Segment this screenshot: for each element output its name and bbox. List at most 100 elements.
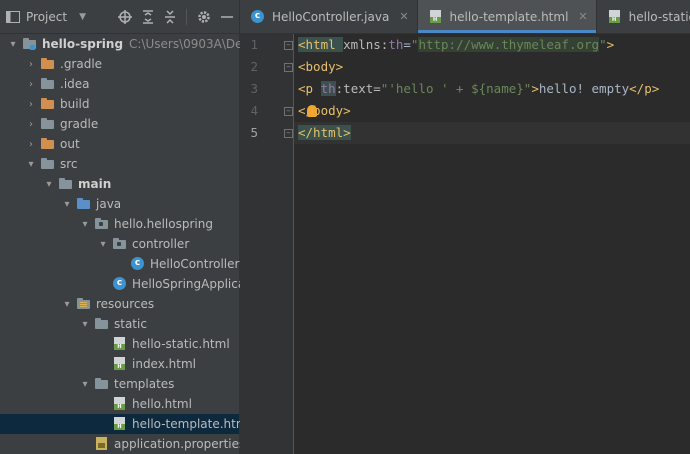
tree-item[interactable]: › .idea bbox=[0, 74, 239, 94]
code-line[interactable]: <html xmlns:th= "http://www.thymeleaf.org… bbox=[294, 34, 690, 56]
fold-marker-icon[interactable]: − bbox=[284, 63, 293, 72]
tree-item[interactable]: c HelloController bbox=[0, 254, 239, 274]
tree-item[interactable]: ▾ src bbox=[0, 154, 239, 174]
code-token: th bbox=[388, 37, 404, 52]
tree-item[interactable]: hello-static.html bbox=[0, 334, 239, 354]
class-icon: c bbox=[250, 9, 266, 24]
code-token: </p> bbox=[629, 81, 660, 96]
folder-icon bbox=[58, 177, 74, 191]
project-view-label: Project bbox=[26, 9, 68, 24]
line-number: 4 bbox=[250, 103, 258, 118]
chevron-down-icon[interactable]: ▾ bbox=[78, 319, 92, 330]
lightbulb-icon[interactable] bbox=[307, 105, 317, 117]
html-file-icon bbox=[112, 417, 128, 431]
tree-item-label: hello-template.html bbox=[132, 417, 251, 431]
tree-item[interactable]: › gradle bbox=[0, 114, 239, 134]
folder-icon bbox=[40, 157, 56, 171]
code-line[interactable]: </html> bbox=[294, 122, 690, 144]
tree-item-label: resources bbox=[96, 297, 155, 311]
chevron-right-icon[interactable]: › bbox=[24, 59, 38, 70]
html-file-icon bbox=[112, 357, 128, 371]
code-line[interactable]: <body> bbox=[294, 56, 690, 78]
chevron-down-icon[interactable]: ▾ bbox=[24, 159, 38, 170]
tree-item[interactable]: ▾ static bbox=[0, 314, 239, 334]
code-token: > bbox=[531, 81, 539, 96]
code-line[interactable]: </body> bbox=[294, 100, 690, 122]
chevron-right-icon[interactable]: › bbox=[24, 99, 38, 110]
project-tree: ▾ hello-spring C:\Users\0903A\Deskto › .grad… bbox=[0, 34, 268, 454]
editor-tab[interactable]: hello-template.html ✕ bbox=[417, 0, 597, 33]
collapse-all-icon[interactable] bbox=[164, 9, 176, 24]
tree-item[interactable]: ▾ resources bbox=[0, 294, 239, 314]
chevron-down-icon[interactable]: ▾ bbox=[60, 299, 74, 310]
code-token: </body> bbox=[298, 103, 351, 118]
tree-item-label: application.properties bbox=[114, 437, 246, 451]
code-editor[interactable]: 1 2 3 4 5− − − − <html xmlns:th="http://www.thy… bbox=[240, 34, 690, 454]
tree-item[interactable]: ▾ java bbox=[0, 194, 239, 214]
tree-item[interactable]: index.html bbox=[0, 354, 239, 374]
folder-icon bbox=[94, 377, 110, 391]
line-number: 5 bbox=[250, 125, 258, 140]
locate-icon[interactable] bbox=[118, 9, 132, 24]
package-icon bbox=[94, 217, 110, 231]
project-view-selector[interactable]: Project ▼ bbox=[6, 10, 86, 24]
chevron-right-icon[interactable]: › bbox=[24, 119, 38, 130]
chevron-down-icon[interactable]: ▾ bbox=[96, 239, 110, 250]
code-line[interactable]: <p th:text="'hello ' + ${name}">hello! e… bbox=[294, 78, 690, 100]
fold-marker-icon[interactable]: − bbox=[284, 129, 293, 138]
close-icon[interactable]: ✕ bbox=[399, 10, 408, 23]
fold-marker-icon[interactable]: − bbox=[284, 107, 293, 116]
gear-icon[interactable] bbox=[197, 10, 211, 24]
tree-item[interactable]: ▾ hello-spring C:\Users\0903A\Deskto bbox=[0, 34, 267, 54]
tree-item[interactable]: › .gradle bbox=[0, 54, 239, 74]
tree-item-label: .idea bbox=[60, 77, 90, 91]
tree-item-label: src bbox=[60, 157, 78, 171]
fold-marker-icon[interactable]: − bbox=[284, 41, 293, 50]
tree-item[interactable]: ▾ hello.hellospring bbox=[0, 214, 239, 234]
excluded-folder-icon bbox=[40, 97, 56, 111]
tree-item-label: hello-spring bbox=[42, 37, 124, 51]
editor-tab-label: hello-template.html bbox=[449, 9, 569, 24]
code-token: "'hello ' + ${name}" bbox=[380, 81, 532, 96]
code-token: th bbox=[320, 81, 336, 96]
expand-all-icon[interactable] bbox=[142, 9, 154, 24]
code-token: hello! empty bbox=[538, 81, 630, 96]
tree-item-label: java bbox=[96, 197, 122, 211]
code-token: <html bbox=[298, 37, 344, 52]
editor-tab[interactable]: c HelloController.java ✕ bbox=[240, 0, 418, 33]
code-token: <body> bbox=[298, 59, 344, 74]
tree-item[interactable]: c HelloSpringApplication bbox=[0, 274, 268, 294]
tree-item-label: templates bbox=[114, 377, 175, 391]
code-token: xmlns: bbox=[343, 37, 389, 52]
chevron-right-icon[interactable]: › bbox=[24, 139, 38, 150]
resources-folder-icon bbox=[76, 297, 92, 311]
tree-item[interactable]: ▾ main bbox=[0, 174, 239, 194]
tree-item-label: build bbox=[60, 97, 90, 111]
excluded-folder-icon bbox=[40, 57, 56, 71]
chevron-down-icon: ▼ bbox=[79, 11, 86, 22]
chevron-down-icon[interactable]: ▾ bbox=[78, 379, 92, 390]
folder-icon bbox=[40, 117, 56, 131]
editor-tab[interactable]: hello-static.html✕ bbox=[597, 0, 690, 33]
tree-item-label: HelloController bbox=[150, 257, 240, 271]
close-icon[interactable]: ✕ bbox=[578, 10, 587, 23]
chevron-down-icon[interactable]: ▾ bbox=[6, 39, 20, 50]
tree-item[interactable]: › build bbox=[0, 94, 239, 114]
tree-item[interactable]: › out bbox=[0, 134, 239, 154]
folder-icon bbox=[94, 317, 110, 331]
tree-item[interactable]: ▾ templates bbox=[0, 374, 239, 394]
editor-tab-label: hello-static.html bbox=[628, 9, 690, 24]
code-token: = bbox=[403, 37, 411, 52]
tree-item[interactable]: ▾ controller bbox=[0, 234, 239, 254]
hide-icon[interactable] bbox=[221, 10, 233, 24]
tree-item[interactable]: application.properties bbox=[0, 434, 245, 454]
chevron-right-icon[interactable]: › bbox=[24, 79, 38, 90]
tree-item[interactable]: hello-template.html bbox=[0, 414, 251, 434]
source-folder-icon bbox=[76, 197, 92, 211]
chevron-down-icon[interactable]: ▾ bbox=[78, 219, 92, 230]
code-token: :text= bbox=[335, 81, 381, 96]
tree-item[interactable]: hello.html bbox=[0, 394, 239, 414]
chevron-down-icon[interactable]: ▾ bbox=[60, 199, 74, 210]
chevron-down-icon[interactable]: ▾ bbox=[42, 179, 56, 190]
tree-item-label: hello.hellospring bbox=[114, 217, 213, 231]
